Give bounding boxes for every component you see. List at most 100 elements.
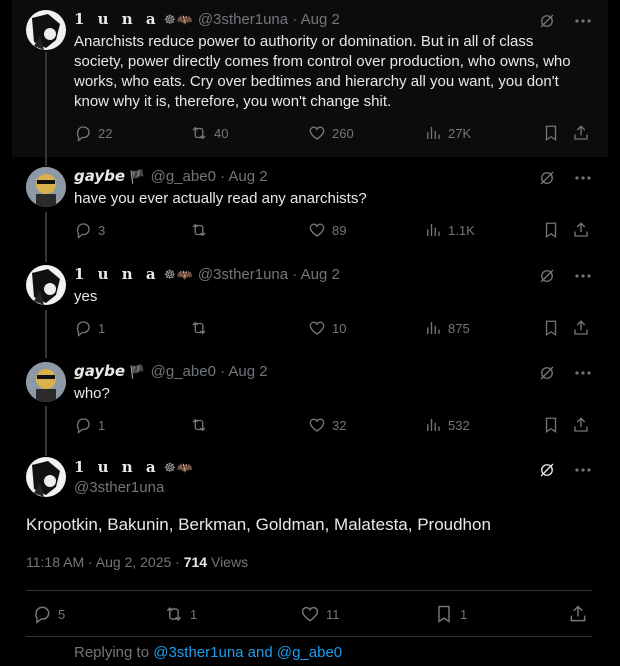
reply-icon bbox=[74, 319, 92, 337]
bookmark-button[interactable]: 1 bbox=[434, 604, 467, 624]
repost-button[interactable] bbox=[190, 221, 214, 239]
action-bar: 3 89 1.1K bbox=[74, 221, 596, 241]
repost-icon bbox=[190, 221, 208, 239]
like-button[interactable]: 32 bbox=[308, 416, 346, 434]
display-name[interactable]: 1 u n a bbox=[74, 265, 160, 283]
name-badges: ☸🦇 bbox=[163, 460, 194, 475]
tweet-3[interactable]: 1 u n a ☸🦇 @3sther1una · Aug 2 yes 1 10 … bbox=[12, 255, 608, 352]
like-count: 10 bbox=[332, 320, 347, 336]
display-name[interactable]: gaybe bbox=[74, 362, 125, 380]
view-count: 1.1K bbox=[448, 222, 475, 238]
views-icon bbox=[424, 221, 442, 239]
bookmark-button[interactable] bbox=[542, 416, 560, 434]
more-icon[interactable] bbox=[574, 461, 592, 479]
more-icon[interactable] bbox=[574, 12, 592, 30]
reply-count: 5 bbox=[58, 606, 66, 622]
timestamp[interactable]: Aug 2 bbox=[228, 168, 267, 185]
more-icon[interactable] bbox=[574, 169, 592, 187]
repost-button[interactable] bbox=[190, 319, 214, 337]
avatar-gaybe[interactable] bbox=[26, 362, 66, 402]
tweet-1[interactable]: 1 u n a ☸🦇 @3sther1una · Aug 2 Anarchist… bbox=[12, 0, 608, 157]
views-button[interactable]: 27K bbox=[424, 124, 471, 142]
share-button[interactable] bbox=[572, 124, 590, 142]
views-icon bbox=[424, 416, 442, 434]
main-tweet-meta: 11:18 AM · Aug 2, 2025 · 714 Views bbox=[26, 554, 248, 570]
like-count: 260 bbox=[332, 125, 354, 141]
like-button[interactable]: 11 bbox=[300, 604, 340, 624]
more-icon[interactable] bbox=[574, 364, 592, 382]
top-icons bbox=[538, 169, 592, 187]
timestamp[interactable]: Aug 2 bbox=[301, 11, 340, 28]
views-icon bbox=[424, 124, 442, 142]
bookmark-button[interactable] bbox=[542, 319, 560, 337]
repost-count: 40 bbox=[214, 125, 229, 141]
share-button[interactable] bbox=[572, 416, 590, 434]
reply-button[interactable]: 3 bbox=[74, 221, 105, 239]
avatar-luna[interactable] bbox=[26, 10, 66, 50]
avatar-gaybe[interactable] bbox=[26, 167, 66, 207]
bookmark-icon bbox=[542, 416, 560, 434]
tweet-text: who? bbox=[74, 385, 110, 402]
views-button[interactable]: 1.1K bbox=[424, 221, 475, 239]
tweet-text: have you ever actually read any anarchis… bbox=[74, 190, 367, 207]
tweet-2[interactable]: gaybe 🏴 @g_abe0 · Aug 2 have you ever ac… bbox=[12, 157, 608, 255]
views-button[interactable]: 532 bbox=[424, 416, 470, 434]
name-badges: 🏴 bbox=[129, 364, 147, 379]
handle[interactable]: @g_abe0 bbox=[151, 363, 216, 380]
handle[interactable]: @g_abe0 bbox=[151, 168, 216, 185]
grok-icon[interactable] bbox=[538, 12, 556, 30]
handle[interactable]: @3sther1una bbox=[198, 11, 288, 28]
avatar-luna[interactable] bbox=[26, 265, 66, 305]
name-badges: 🏴 bbox=[129, 169, 147, 184]
timestamp[interactable]: 11:18 AM · Aug 2, 2025 · bbox=[26, 554, 184, 570]
avatar-luna[interactable] bbox=[26, 457, 66, 497]
bookmark-icon bbox=[542, 319, 560, 337]
divider bbox=[26, 636, 592, 637]
like-count: 89 bbox=[332, 222, 347, 238]
like-count: 11 bbox=[326, 606, 340, 622]
view-count: 875 bbox=[448, 320, 470, 336]
display-name[interactable]: 1 u n a bbox=[74, 10, 160, 28]
main-tweet-name-row: 1 u n a ☸🦇 bbox=[74, 458, 194, 476]
grok-icon[interactable] bbox=[538, 461, 556, 479]
tweet-header: 1 u n a ☸🦇 @3sther1una · Aug 2 bbox=[74, 10, 340, 28]
repost-button[interactable]: 40 bbox=[190, 124, 228, 142]
more-icon[interactable] bbox=[574, 267, 592, 285]
reply-button[interactable]: 22 bbox=[74, 124, 112, 142]
tweet-header: gaybe 🏴 @g_abe0 · Aug 2 bbox=[74, 362, 268, 380]
main-tweet-text: Kropotkin, Bakunin, Berkman, Goldman, Ma… bbox=[26, 515, 491, 534]
replying-to-users[interactable]: @3sther1una and @g_abe0 bbox=[153, 644, 342, 661]
tweet-4[interactable]: gaybe 🏴 @g_abe0 · Aug 2 who? 1 32 532 bbox=[12, 352, 608, 449]
share-button[interactable] bbox=[568, 604, 588, 624]
views-button[interactable]: 875 bbox=[424, 319, 470, 337]
share-icon bbox=[572, 319, 590, 337]
reply-button[interactable]: 5 bbox=[32, 604, 65, 624]
bookmark-button[interactable] bbox=[542, 124, 560, 142]
like-button[interactable]: 260 bbox=[308, 124, 354, 142]
reply-icon bbox=[32, 604, 52, 624]
repost-button[interactable] bbox=[190, 416, 214, 434]
share-icon bbox=[568, 604, 588, 624]
share-button[interactable] bbox=[572, 221, 590, 239]
timestamp[interactable]: Aug 2 bbox=[228, 363, 267, 380]
repost-button[interactable]: 1 bbox=[164, 604, 197, 624]
reply-button[interactable]: 1 bbox=[74, 416, 105, 434]
reply-count: 3 bbox=[98, 222, 106, 238]
grok-icon[interactable] bbox=[538, 267, 556, 285]
share-button[interactable] bbox=[572, 319, 590, 337]
reply-button[interactable]: 1 bbox=[74, 319, 105, 337]
like-button[interactable]: 89 bbox=[308, 221, 346, 239]
bookmark-icon bbox=[542, 221, 560, 239]
grok-icon[interactable] bbox=[538, 169, 556, 187]
display-name[interactable]: gaybe bbox=[74, 167, 125, 185]
like-button[interactable]: 10 bbox=[308, 319, 346, 337]
share-icon bbox=[572, 124, 590, 142]
grok-icon[interactable] bbox=[538, 364, 556, 382]
handle[interactable]: @3sther1una bbox=[198, 266, 288, 283]
timestamp[interactable]: Aug 2 bbox=[301, 266, 340, 283]
replying-to-prefix: Replying to bbox=[74, 644, 154, 661]
repost-icon bbox=[190, 416, 208, 434]
bookmark-button[interactable] bbox=[542, 221, 560, 239]
display-name[interactable]: 1 u n a bbox=[74, 458, 160, 476]
handle[interactable]: @3sther1una bbox=[74, 479, 164, 496]
